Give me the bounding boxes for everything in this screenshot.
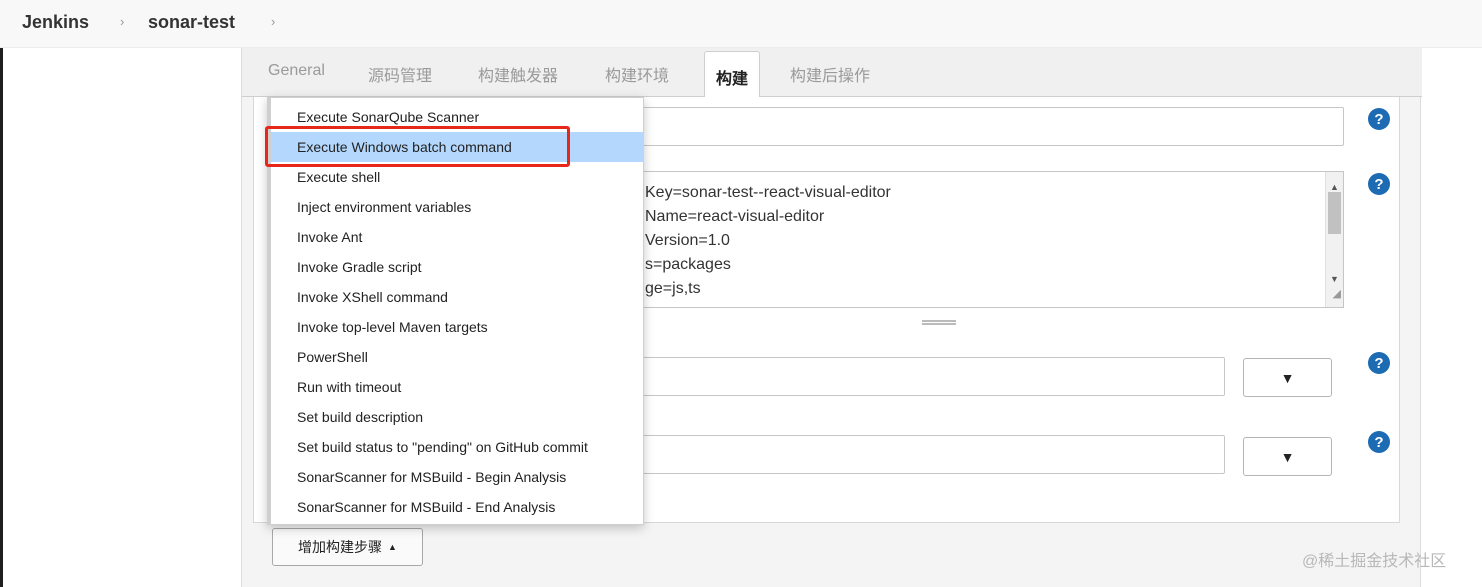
breadcrumb-job[interactable]: sonar-test (148, 12, 235, 33)
menu-item-powershell[interactable]: PowerShell (271, 342, 644, 372)
breadcrumb-separator[interactable]: › (271, 14, 275, 29)
chevron-down-icon: ▼ (1280, 369, 1295, 386)
menu-item-sonarqube-scanner[interactable]: Execute SonarQube Scanner (271, 102, 644, 132)
watermark: @稀土掘金技术社区 (1302, 553, 1447, 570)
tab-build-triggers[interactable]: 构建触发器 (478, 62, 558, 86)
textarea-line: Version=1.0 (645, 232, 730, 249)
tab-build[interactable]: 构建 (704, 51, 761, 98)
chevron-down-icon: ▼ (1280, 448, 1295, 465)
analysis-properties-textarea[interactable]: Key=sonar-test--react-visual-editor Name… (630, 171, 1344, 308)
menu-item-invoke-maven[interactable]: Invoke top-level Maven targets (271, 312, 644, 342)
help-icon[interactable]: ? (1368, 431, 1390, 453)
jdk-input[interactable] (630, 357, 1225, 396)
help-icon[interactable]: ? (1368, 352, 1390, 374)
args-select-button[interactable]: ▼ (1243, 437, 1332, 476)
textarea-lines: Key=sonar-test--react-visual-editor Name… (631, 181, 891, 301)
menu-item-invoke-ant[interactable]: Invoke Ant (271, 222, 644, 252)
menu-item-invoke-gradle[interactable]: Invoke Gradle script (271, 252, 644, 282)
menu-item-invoke-xshell[interactable]: Invoke XShell command (271, 282, 644, 312)
add-build-step-label: 增加构建步骤 (298, 539, 383, 555)
help-icon[interactable]: ? (1368, 173, 1390, 195)
add-build-step-button[interactable]: 增加构建步骤 ▲ (272, 528, 423, 566)
textarea-drag-handle[interactable] (922, 320, 956, 325)
breadcrumb-jenkins[interactable]: Jenkins (22, 12, 89, 33)
menu-item-set-build-description[interactable]: Set build description (271, 402, 644, 432)
tab-general[interactable]: General (268, 62, 325, 80)
resize-grip-icon[interactable]: ◢ (1333, 282, 1341, 306)
menu-item-msbuild-end[interactable]: SonarScanner for MSBuild - End Analysis (271, 492, 644, 522)
jdk-select-button[interactable]: ▼ (1243, 358, 1332, 397)
menu-item-windows-batch[interactable]: Execute Windows batch command (271, 132, 644, 162)
textarea-line: s=packages (645, 256, 731, 273)
help-icon[interactable]: ? (1368, 108, 1390, 130)
menu-item-github-pending[interactable]: Set build status to "pending" on GitHub … (271, 432, 644, 462)
textarea-line: Key=sonar-test--react-visual-editor (645, 184, 891, 201)
menu-item-run-with-timeout[interactable]: Run with timeout (271, 372, 644, 402)
breadcrumb-separator: › (120, 14, 125, 29)
breadcrumb: Jenkins › sonar-test › (0, 0, 1482, 48)
menu-item-inject-env[interactable]: Inject environment variables (271, 192, 644, 222)
analysis-properties-path-input[interactable] (630, 107, 1344, 146)
build-step-dropdown: Execute SonarQube Scanner Execute Window… (267, 97, 644, 525)
menu-item-msbuild-begin[interactable]: SonarScanner for MSBuild - Begin Analysi… (271, 462, 644, 492)
textarea-line: ge=js,ts (645, 280, 701, 297)
caret-up-icon: ▲ (388, 542, 397, 552)
additional-args-input[interactable] (630, 435, 1225, 474)
tab-post-build[interactable]: 构建后操作 (790, 62, 870, 86)
tab-scm[interactable]: 源码管理 (368, 62, 432, 86)
config-tabbar: General 源码管理 构建触发器 构建环境 构建 构建后操作 (242, 48, 1422, 98)
textarea-line: Name=react-visual-editor (645, 208, 825, 225)
scroll-thumb[interactable] (1328, 192, 1341, 234)
left-edge (0, 48, 3, 587)
menu-item-execute-shell[interactable]: Execute shell (271, 162, 644, 192)
tab-build-environment[interactable]: 构建环境 (605, 62, 669, 86)
right-margin (1420, 48, 1482, 587)
